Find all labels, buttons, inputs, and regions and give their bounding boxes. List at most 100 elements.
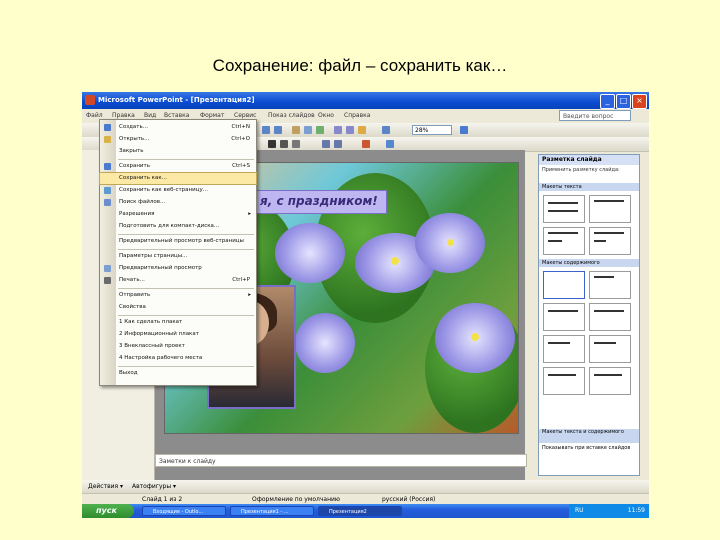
- taskbar-item-presentation1[interactable]: Презентация1 - ...: [230, 506, 314, 516]
- flower-center: [471, 333, 479, 341]
- file-menu-item-recent-4[interactable]: 4 Настройка рабочего места: [100, 353, 256, 364]
- layout-thumb[interactable]: [543, 195, 585, 223]
- layout-thumb[interactable]: [589, 303, 631, 331]
- file-menu-item-send-to[interactable]: Отправить ▸: [100, 290, 256, 301]
- layout-thumb[interactable]: [589, 227, 631, 255]
- save-icon: [104, 163, 111, 170]
- help-icon[interactable]: [460, 126, 468, 134]
- start-button[interactable]: пуск: [82, 504, 134, 518]
- file-menu-item-new[interactable]: Создать... Ctrl+N: [100, 122, 256, 133]
- bold-icon[interactable]: [268, 140, 276, 148]
- file-menu-item-webpage-preview[interactable]: Предварительный просмотр веб-страницы: [100, 236, 256, 247]
- file-menu-item-page-setup[interactable]: Параметры страницы...: [100, 251, 256, 262]
- show-on-insert-checkbox[interactable]: Показывать при вставке слайдов: [539, 443, 639, 453]
- violet-flower: [275, 223, 345, 283]
- file-search-icon: [104, 199, 111, 206]
- align-center-icon[interactable]: [334, 140, 342, 148]
- underline-icon[interactable]: [292, 140, 300, 148]
- menu-item-shortcut: Ctrl+P: [232, 277, 250, 283]
- font-color-icon[interactable]: [362, 140, 370, 148]
- chart-icon[interactable]: [292, 126, 300, 134]
- language-indicator[interactable]: RU: [575, 504, 584, 518]
- menu-item-label: Сохранить: [119, 163, 150, 169]
- file-menu-item-open[interactable]: Открыть... Ctrl+O: [100, 134, 256, 145]
- file-menu-item-permissions[interactable]: Разрешения ▸: [100, 209, 256, 220]
- file-menu-item-print-preview[interactable]: Предварительный просмотр: [100, 263, 256, 274]
- close-button[interactable]: ×: [632, 94, 647, 109]
- file-menu-item-properties[interactable]: Свойства: [100, 302, 256, 313]
- title-bar: Microsoft PowerPoint - [Презентация2] _ …: [82, 92, 649, 109]
- layout-thumb[interactable]: [589, 367, 631, 395]
- file-menu-item-exit[interactable]: Выход: [100, 368, 256, 379]
- menu-slideshow[interactable]: Показ слайдов: [268, 109, 315, 123]
- menu-item-label: Параметры страницы...: [119, 253, 188, 259]
- powerpoint-app-icon: [85, 95, 95, 105]
- align-left-icon[interactable]: [322, 140, 330, 148]
- maximize-button[interactable]: □: [616, 94, 631, 109]
- layout-thumb[interactable]: [543, 367, 585, 395]
- layout-thumb-selected[interactable]: [543, 271, 585, 299]
- picture-icon[interactable]: [316, 126, 324, 134]
- notes-field[interactable]: Заметки к слайду: [155, 454, 527, 467]
- actions-menu[interactable]: Действия ▾: [88, 480, 123, 493]
- file-menu-item-recent-2[interactable]: 2 Информационный плакат: [100, 329, 256, 340]
- menu-item-shortcut: Ctrl+N: [231, 124, 250, 130]
- menu-help[interactable]: Справка: [344, 109, 370, 123]
- color-icon[interactable]: [358, 126, 366, 134]
- undo-icon[interactable]: [262, 126, 270, 134]
- menu-separator: [118, 249, 254, 250]
- file-menu-item-file-search[interactable]: Поиск файлов...: [100, 197, 256, 208]
- open-icon: [104, 136, 111, 143]
- layout-thumb[interactable]: [589, 271, 631, 299]
- menu-item-shortcut: Ctrl+S: [232, 163, 250, 169]
- file-menu-item-print[interactable]: Печать... Ctrl+P: [100, 275, 256, 286]
- menu-item-label: Предварительный просмотр веб-страницы: [119, 238, 244, 244]
- menu-item-label: 2 Информационный плакат: [119, 331, 199, 337]
- menu-item-label: Закрыть: [119, 148, 144, 154]
- menu-separator: [118, 159, 254, 160]
- menu-separator: [118, 288, 254, 289]
- minimize-button[interactable]: _: [600, 94, 615, 109]
- menu-item-label: Сохранить как веб-страницу...: [119, 187, 208, 193]
- layout-thumb[interactable]: [543, 335, 585, 363]
- menu-item-label: 1 Как сделать плакат: [119, 319, 183, 325]
- menu-separator: [118, 315, 254, 316]
- slide-caption-band: я, с праздником!: [245, 190, 387, 214]
- grid-icon[interactable]: [346, 126, 354, 134]
- italic-icon[interactable]: [280, 140, 288, 148]
- slide-caption: я, с праздником!: [260, 194, 378, 208]
- expand-icon[interactable]: [334, 126, 342, 134]
- task-pane: Разметка слайда Применить разметку слайд…: [538, 154, 640, 476]
- taskbar-item-outlook[interactable]: Входящие - Outlo...: [142, 506, 226, 516]
- table-icon[interactable]: [304, 126, 312, 134]
- menu-item-label: Свойства: [119, 304, 146, 310]
- menu-window[interactable]: Окно: [318, 109, 334, 123]
- menu-item-label: Подготовить для компакт-диска...: [119, 223, 220, 229]
- file-menu-item-package-cd[interactable]: Подготовить для компакт-диска...: [100, 221, 256, 232]
- layout-thumb[interactable]: [589, 195, 631, 223]
- format-icon[interactable]: [382, 126, 390, 134]
- task-pane-subtitle: Применить разметку слайда:: [542, 167, 620, 173]
- help-search-input[interactable]: Введите вопрос: [559, 110, 631, 121]
- menu-item-label: 3 Внеклассный проект: [119, 343, 185, 349]
- menu-item-label: Открыть...: [119, 136, 150, 142]
- taskbar-item-presentation2[interactable]: Презентация2: [318, 506, 402, 516]
- file-menu-item-recent-3[interactable]: 3 Внеклассный проект: [100, 341, 256, 352]
- zoom-select[interactable]: 28%: [412, 125, 452, 135]
- layout-thumb[interactable]: [543, 303, 585, 331]
- design-icon[interactable]: [386, 140, 394, 148]
- autoshapes-menu[interactable]: Автофигуры ▾: [132, 480, 176, 493]
- layout-thumb[interactable]: [543, 227, 585, 255]
- layout-thumb[interactable]: [589, 335, 631, 363]
- system-tray: RU 11:59: [569, 504, 649, 518]
- file-menu-item-save-as[interactable]: Сохранить как...: [99, 172, 257, 185]
- task-pane-title: Разметка слайда: [539, 155, 639, 165]
- print-icon: [104, 277, 111, 284]
- file-menu-item-save[interactable]: Сохранить Ctrl+S: [100, 161, 256, 172]
- file-menu-item-recent-1[interactable]: 1 Как сделать плакат: [100, 317, 256, 328]
- file-menu-item-close[interactable]: Закрыть: [100, 146, 256, 157]
- submenu-arrow-icon: ▸: [248, 211, 251, 217]
- redo-icon[interactable]: [274, 126, 282, 134]
- window-title: Microsoft PowerPoint - [Презентация2]: [98, 96, 255, 104]
- file-menu-item-save-as-webpage[interactable]: Сохранить как веб-страницу...: [100, 185, 256, 196]
